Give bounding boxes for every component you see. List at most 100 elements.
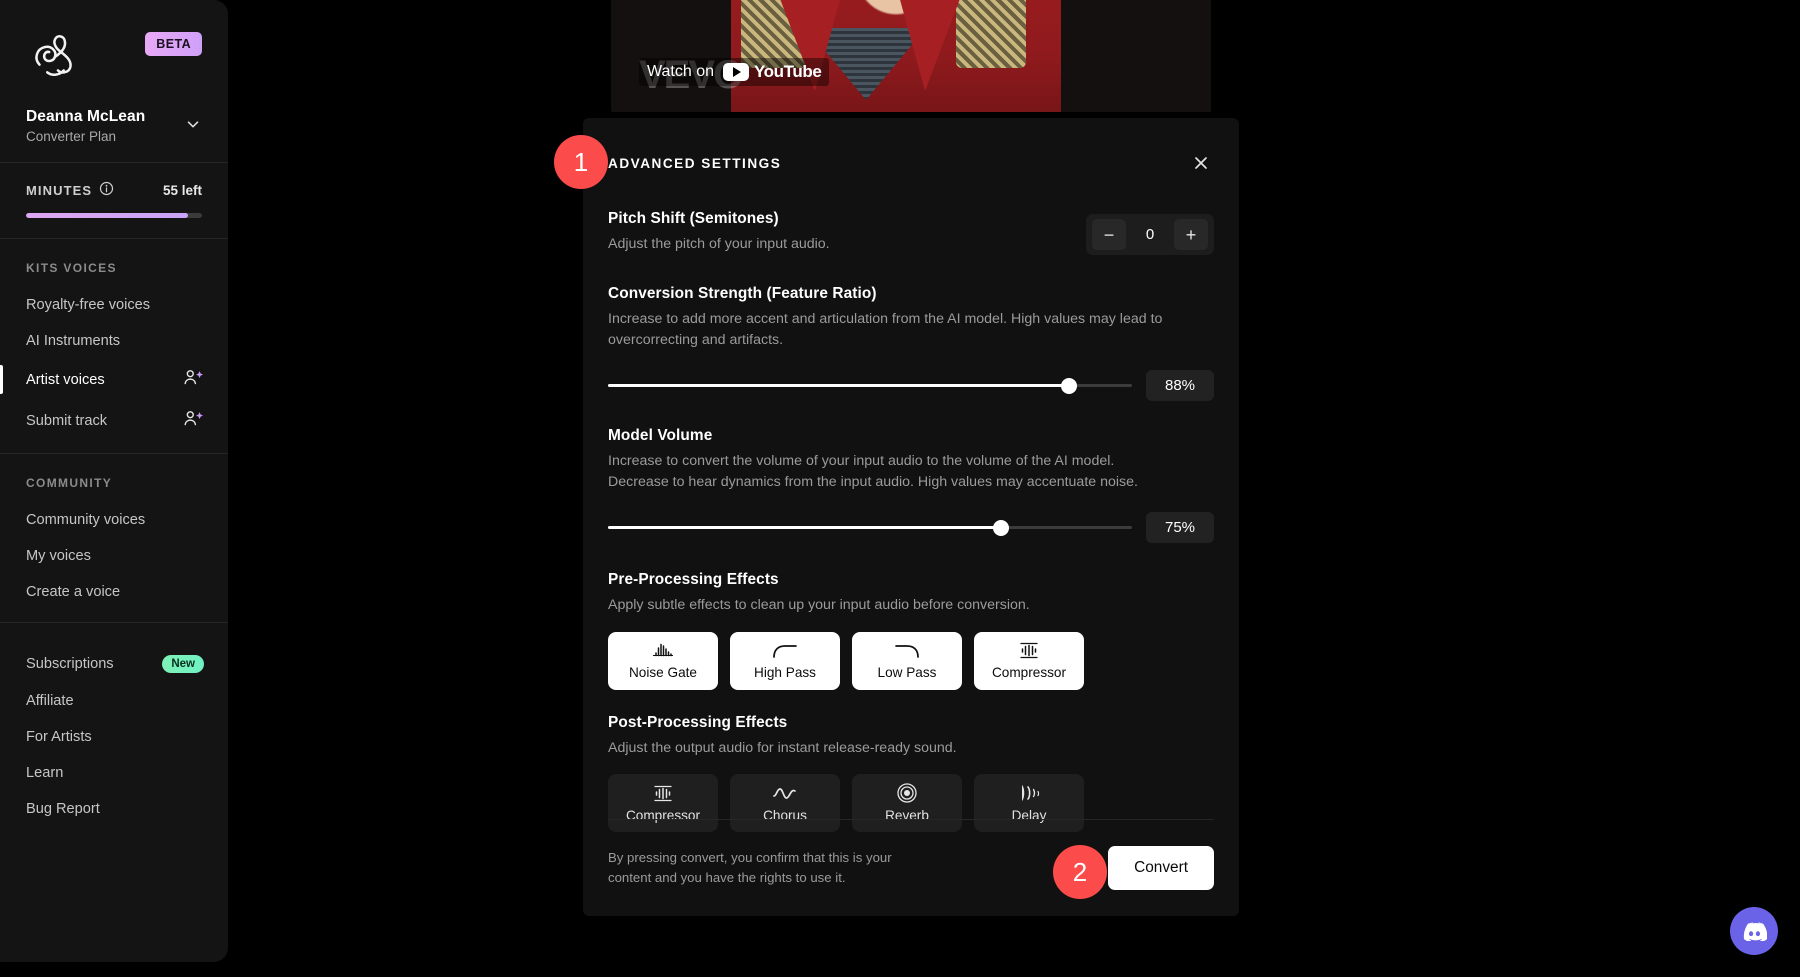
sidebar-item-subscriptions[interactable]: Subscriptions New [0, 645, 228, 683]
user-sparkle-icon [183, 369, 204, 390]
sidebar-section: KITS VOICES Royalty-free voices AI Instrum… [0, 239, 228, 453]
sidebar-item-ai-instruments[interactable]: AI Instruments [0, 323, 228, 359]
slider-handle[interactable] [1061, 377, 1078, 394]
convert-button[interactable]: Convert [1108, 846, 1214, 890]
minutes-label: MINUTES [26, 182, 93, 198]
pre-effect-noise-gate-button[interactable]: Noise Gate [608, 631, 718, 690]
sidebar-header: BETA Deanna McLean Converter Plan [0, 0, 228, 162]
sidebar-item-label: Submit track [26, 412, 108, 429]
sidebar-item-label: Artist voices [26, 371, 105, 388]
minutes-progress-track [26, 213, 202, 218]
pre-effect-high-pass-button[interactable]: High Pass [730, 631, 840, 690]
sidebar-item-label: Learn [26, 765, 64, 781]
post-processing-section: Post-Processing Effects Adjust the outpu… [608, 713, 1214, 832]
user-sparkle-icon [183, 410, 204, 431]
sidebar-item-artist-voices[interactable]: Artist voices [0, 359, 228, 400]
account-name: Deanna McLean [26, 108, 146, 125]
pre-processing-desc: Apply subtle effects to clean up your in… [608, 597, 1030, 613]
pre-processing-buttons: Noise Gate High Pass Low Pass Compressor [608, 631, 1214, 690]
model-volume-slider[interactable] [608, 519, 1132, 537]
sidebar-item-for-artists[interactable]: For Artists [0, 719, 228, 755]
model-volume-setting: Model Volume Increase to convert the vol… [608, 427, 1214, 543]
low-pass-icon [892, 641, 922, 660]
sidebar-item-community-voices[interactable]: Community voices [0, 502, 228, 538]
conversion-strength-desc: Increase to add more accent and articula… [608, 311, 1163, 348]
pitch-decrement-button[interactable]: − [1092, 219, 1126, 250]
sidebar-item-bug-report[interactable]: Bug Report [0, 791, 228, 827]
sidebar-item-label: Subscriptions [26, 656, 114, 672]
youtube-logo-icon: YouTube [723, 62, 822, 82]
effect-label: Low Pass [877, 665, 937, 680]
sidebar-item-create-a-voice[interactable]: Create a voice [0, 574, 228, 610]
sidebar-item-label: Bug Report [26, 801, 100, 817]
sidebar: BETA Deanna McLean Converter Plan MINUTE… [0, 0, 228, 962]
info-icon[interactable] [99, 181, 114, 199]
panel-title: ADVANCED SETTINGS [608, 155, 782, 171]
advanced-settings-panel: ADVANCED SETTINGS Pitch Shift (Semitones… [583, 118, 1239, 916]
pre-effect-compressor-button[interactable]: Compressor [974, 631, 1084, 690]
step-marker-1: 1 [554, 135, 608, 189]
youtube-label: YouTube [754, 62, 822, 81]
post-processing-title: Post-Processing Effects [608, 713, 788, 731]
slider-handle[interactable] [993, 519, 1009, 536]
pre-effect-low-pass-button[interactable]: Low Pass [852, 631, 962, 690]
high-pass-icon [770, 641, 800, 660]
disclaimer-text: By pressing convert, you confirm that th… [608, 850, 892, 885]
conversion-strength-title: Conversion Strength (Feature Ratio) [608, 285, 877, 302]
sidebar-item-label: For Artists [26, 729, 92, 745]
sidebar-item-affiliate[interactable]: Affiliate [0, 683, 228, 719]
model-volume-desc: Increase to convert the volume of your i… [608, 453, 1138, 490]
pitch-increment-button[interactable]: + [1174, 219, 1208, 250]
sidebar-section: COMMUNITY Community voices My voices Create… [0, 454, 228, 622]
conversion-strength-slider[interactable] [608, 377, 1132, 395]
pitch-value: 0 [1145, 226, 1155, 243]
reverb-icon [896, 783, 918, 803]
sidebar-section-heading: KITS VOICES [26, 261, 117, 275]
sidebar-item-learn[interactable]: Learn [0, 755, 228, 791]
slider-fill [608, 384, 1070, 387]
youtube-video-preview[interactable]: VEVO Watch on YouTube [611, 0, 1211, 112]
post-processing-desc: Adjust the output audio for instant rele… [608, 739, 957, 756]
effect-label: Compressor [991, 665, 1067, 680]
account-switcher[interactable]: Deanna McLean Converter Plan [26, 108, 202, 144]
pitch-shift-stepper[interactable]: − 0 + [1086, 214, 1214, 255]
app-root: BETA Deanna McLean Converter Plan MINUTE… [0, 0, 1800, 977]
compressor-icon [1016, 641, 1042, 660]
sidebar-item-label: Royalty-free voices [26, 297, 151, 313]
sidebar-item-submit-track[interactable]: Submit track [0, 400, 228, 441]
pre-processing-section: Pre-Processing Effects Apply subtle effe… [608, 571, 1214, 690]
sidebar-item-royalty-free-voices[interactable]: Royalty-free voices [0, 287, 228, 323]
main-area: VEVO Watch on YouTube ADVANCED SETTINGS [228, 0, 1800, 977]
sidebar-item-label: AI Instruments [26, 333, 121, 349]
compressor-icon [650, 784, 676, 803]
model-volume-value: 75% [1146, 512, 1214, 543]
video-sleeve-right [956, 0, 1026, 68]
sidebar-item-label: Affiliate [26, 693, 74, 709]
kits-logo-icon [26, 24, 84, 82]
effect-label: High Pass [754, 665, 816, 680]
slider-fill [608, 526, 1001, 529]
close-icon[interactable] [1188, 150, 1214, 176]
discord-button[interactable] [1730, 907, 1778, 955]
noise-gate-icon [650, 641, 676, 660]
watch-on-label: Watch on [647, 63, 714, 80]
pitch-shift-title: Pitch Shift (Semitones) [608, 210, 779, 227]
sidebar-item-label: Create a voice [26, 584, 121, 600]
minutes-progress-fill [26, 213, 188, 218]
chevron-down-icon [184, 115, 202, 138]
sidebar-item-my-voices[interactable]: My voices [0, 538, 228, 574]
step-marker-2: 2 [1053, 845, 1107, 899]
sidebar-item-label: My voices [26, 548, 91, 564]
beta-badge: BETA [145, 32, 202, 56]
sidebar-nav: KITS VOICES Royalty-free voices AI Instrum… [0, 239, 228, 839]
watch-on-youtube-button[interactable]: Watch on YouTube [639, 58, 830, 86]
minutes-remaining: 55 left [162, 182, 202, 198]
model-volume-title: Model Volume [608, 427, 713, 444]
pitch-shift-setting: Pitch Shift (Semitones) Adjust the pitch… [608, 210, 1214, 255]
discord-icon [1743, 921, 1767, 941]
chorus-icon [771, 784, 799, 803]
pitch-shift-desc: Adjust the pitch of your input audio. [608, 236, 830, 252]
delay-icon [1017, 784, 1041, 803]
new-badge: New [162, 655, 204, 673]
conversion-strength-value: 88% [1146, 370, 1214, 401]
